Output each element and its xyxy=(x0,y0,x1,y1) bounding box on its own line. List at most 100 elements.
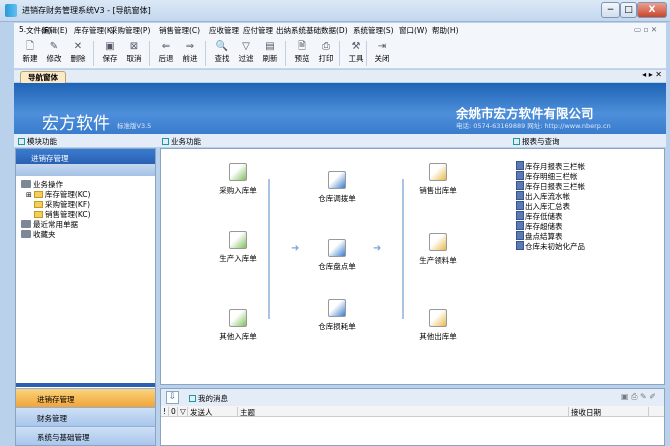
flow-line xyxy=(268,179,270,319)
toolbar-refresh-button[interactable]: ▤ 刷新 xyxy=(258,40,282,64)
workflow-item[interactable]: 采购入库单 xyxy=(208,163,268,196)
toolbar-label: 打印 xyxy=(318,54,334,63)
computer-icon xyxy=(21,230,31,238)
column-header[interactable]: 主题 xyxy=(238,407,569,417)
workflow-item[interactable]: 仓库盘点单 xyxy=(307,239,367,272)
save-icon: ▣ xyxy=(105,41,115,52)
module-panel: 进销存管理 业务操作 ⊞ 库存管理(KC) 采购管理(KF) 销售管理(KC) 最近常用单… xyxy=(15,148,156,446)
toolbar-label: 删除 xyxy=(70,54,86,63)
workflow-label: 仓库盘点单 xyxy=(318,262,356,271)
menu-item[interactable]: 基础数据(D) xyxy=(306,25,348,36)
mdi-controls[interactable]: ▭ ▫ ✕ xyxy=(634,25,657,34)
toolbar-tools-button[interactable]: ⚒ 工具 xyxy=(344,40,368,64)
tree-label: 采购管理(KF) xyxy=(45,200,91,209)
section-headers: 模块功能 业务功能 报表与查询 xyxy=(14,134,666,147)
toolbar-preview-button[interactable]: 🗎 预览 xyxy=(290,40,314,64)
tree-item[interactable]: 收藏夹 xyxy=(21,229,56,240)
column-header[interactable]: ▽ xyxy=(178,407,188,417)
banner: 宏方软件 标准版V3.5 余姚市宏方软件有限公司 电话: 0574-631698… xyxy=(14,83,666,134)
workflow-item[interactable]: 生产领料单 xyxy=(408,233,468,266)
toolbar-separator xyxy=(205,41,206,66)
workflow-label: 采购入库单 xyxy=(219,186,257,195)
toolbar-back-button[interactable]: ⇐ 后退 xyxy=(154,40,178,64)
tree-label: 库存管理(KC) xyxy=(44,190,91,199)
nav-button[interactable]: 财务管理 xyxy=(16,407,155,426)
close-button[interactable]: X xyxy=(637,2,667,18)
workflow-label: 生产入库单 xyxy=(219,254,257,263)
expand-icon[interactable]: ⊞ xyxy=(26,191,32,199)
flow-line xyxy=(402,179,404,319)
minimize-button[interactable]: − xyxy=(601,2,620,18)
tab-nav-window[interactable]: 导航窗体 xyxy=(20,71,66,83)
delete-icon: ✕ xyxy=(73,41,83,52)
column-header[interactable]: 0 xyxy=(169,407,178,417)
workflow-label: 其他出库单 xyxy=(419,332,457,341)
arrow-icon: ➜ xyxy=(291,243,300,254)
toolbar-filter-button[interactable]: ▽ 过滤 xyxy=(234,40,258,64)
menu-item[interactable]: 采购管理(P) xyxy=(110,25,150,36)
menu-item[interactable]: 出纳系统 xyxy=(276,25,306,36)
menu-item[interactable]: 库存管理(K) xyxy=(74,25,115,36)
toolbar-label: 工具 xyxy=(348,54,364,63)
menu-item[interactable]: 应付管理 xyxy=(243,25,273,36)
download-icon[interactable]: ⇩ xyxy=(166,391,179,404)
workflow-item[interactable]: 仓库损耗单 xyxy=(307,299,367,332)
workflow-item[interactable]: 仓库调拨单 xyxy=(307,171,367,204)
workflow-item[interactable]: 销售出库单 xyxy=(408,163,468,196)
document-icon xyxy=(429,163,447,181)
nav-button[interactable]: 进销存管理 xyxy=(16,388,155,407)
menu-item[interactable]: 系统管理(S) xyxy=(353,25,394,36)
app-icon xyxy=(5,4,17,17)
modules-header: 模块功能 xyxy=(18,136,57,147)
toolbar-new-button[interactable]: 🗋 新建 xyxy=(18,40,42,64)
filter-icon: ▽ xyxy=(242,41,250,52)
toolbar-label: 修改 xyxy=(46,54,62,63)
column-header[interactable]: 发送人 xyxy=(188,407,238,417)
toolbar-forward-button[interactable]: ⇒ 前进 xyxy=(178,40,202,64)
toolbar-cancel-button[interactable]: ⊠ 取消 xyxy=(122,40,146,64)
menu-item[interactable]: 窗口(W) xyxy=(399,25,427,36)
menu-item[interactable]: 销售管理(C) xyxy=(159,25,200,36)
workflow-label: 其他入库单 xyxy=(219,332,257,341)
message-actions-icons[interactable]: ▣ ⎙ ✎ ✐ xyxy=(621,392,656,402)
workflow-item[interactable]: 其他出库单 xyxy=(408,309,468,342)
menu-item[interactable]: 帮助(H) xyxy=(432,25,459,36)
nav-button[interactable]: 系统与基础管理 xyxy=(16,426,155,445)
menu-item[interactable]: 编辑(E) xyxy=(42,25,68,36)
menu-item[interactable]: 应收管理 xyxy=(209,25,239,36)
toolbar-edit-button[interactable]: ✎ 修改 xyxy=(42,40,66,64)
module-header: 进销存管理 xyxy=(16,149,155,164)
messages-columns: ! 0 ▽ 发送人 主题 接收日期 xyxy=(161,406,664,417)
workflow-label: 仓库损耗单 xyxy=(318,322,356,331)
workflow-label: 销售出库单 xyxy=(419,186,457,195)
find-icon: 🔍 xyxy=(215,41,229,52)
toolbar-separator xyxy=(93,41,94,66)
messages-header: ⇩ 我的消息 ▣ ⎙ ✎ ✐ xyxy=(161,389,664,406)
column-header[interactable]: 接收日期 xyxy=(569,407,649,417)
toolbar-separator xyxy=(339,41,340,66)
document-icon xyxy=(429,233,447,251)
column-header[interactable]: ! xyxy=(161,407,169,417)
tab-scroll-close-icon[interactable]: ◂ ▸ ✕ xyxy=(642,70,662,79)
computer-icon xyxy=(21,220,31,228)
document-icon xyxy=(328,299,346,317)
preview-icon: 🗎 xyxy=(297,41,307,52)
document-icon xyxy=(429,309,447,327)
toolbar-find-button[interactable]: 🔍 查找 xyxy=(210,40,234,64)
workflow-item[interactable]: 其他入库单 xyxy=(208,309,268,342)
edit-icon: ✎ xyxy=(49,41,59,52)
toolbar-label: 过滤 xyxy=(238,54,254,63)
maximize-button[interactable]: □ xyxy=(620,2,637,18)
edition: 标准版V3.5 xyxy=(117,122,152,130)
workflow-item[interactable]: 生产入库单 xyxy=(208,231,268,264)
contact-info: 电话: 0574-63169889 网址: http://www.nberp.c… xyxy=(456,122,611,130)
report-link[interactable]: 仓库未初始化产品 xyxy=(516,241,585,252)
toolbar-print-button[interactable]: ⎙ 打印 xyxy=(314,40,338,64)
menu-bar: 5. 文件(F) 编辑(E) 库存管理(K) 采购管理(P) 销售管理(C) 应收管理 应付管… xyxy=(14,23,666,38)
toolbar-exit-button[interactable]: ⇥ 关闭 xyxy=(370,40,394,64)
toolbar-delete-button[interactable]: ✕ 删除 xyxy=(66,40,90,64)
toolbar-separator xyxy=(285,41,286,66)
workflow-label: 生产领料单 xyxy=(419,256,457,265)
exit-icon: ⇥ xyxy=(377,41,387,52)
toolbar-save-button[interactable]: ▣ 保存 xyxy=(98,40,122,64)
